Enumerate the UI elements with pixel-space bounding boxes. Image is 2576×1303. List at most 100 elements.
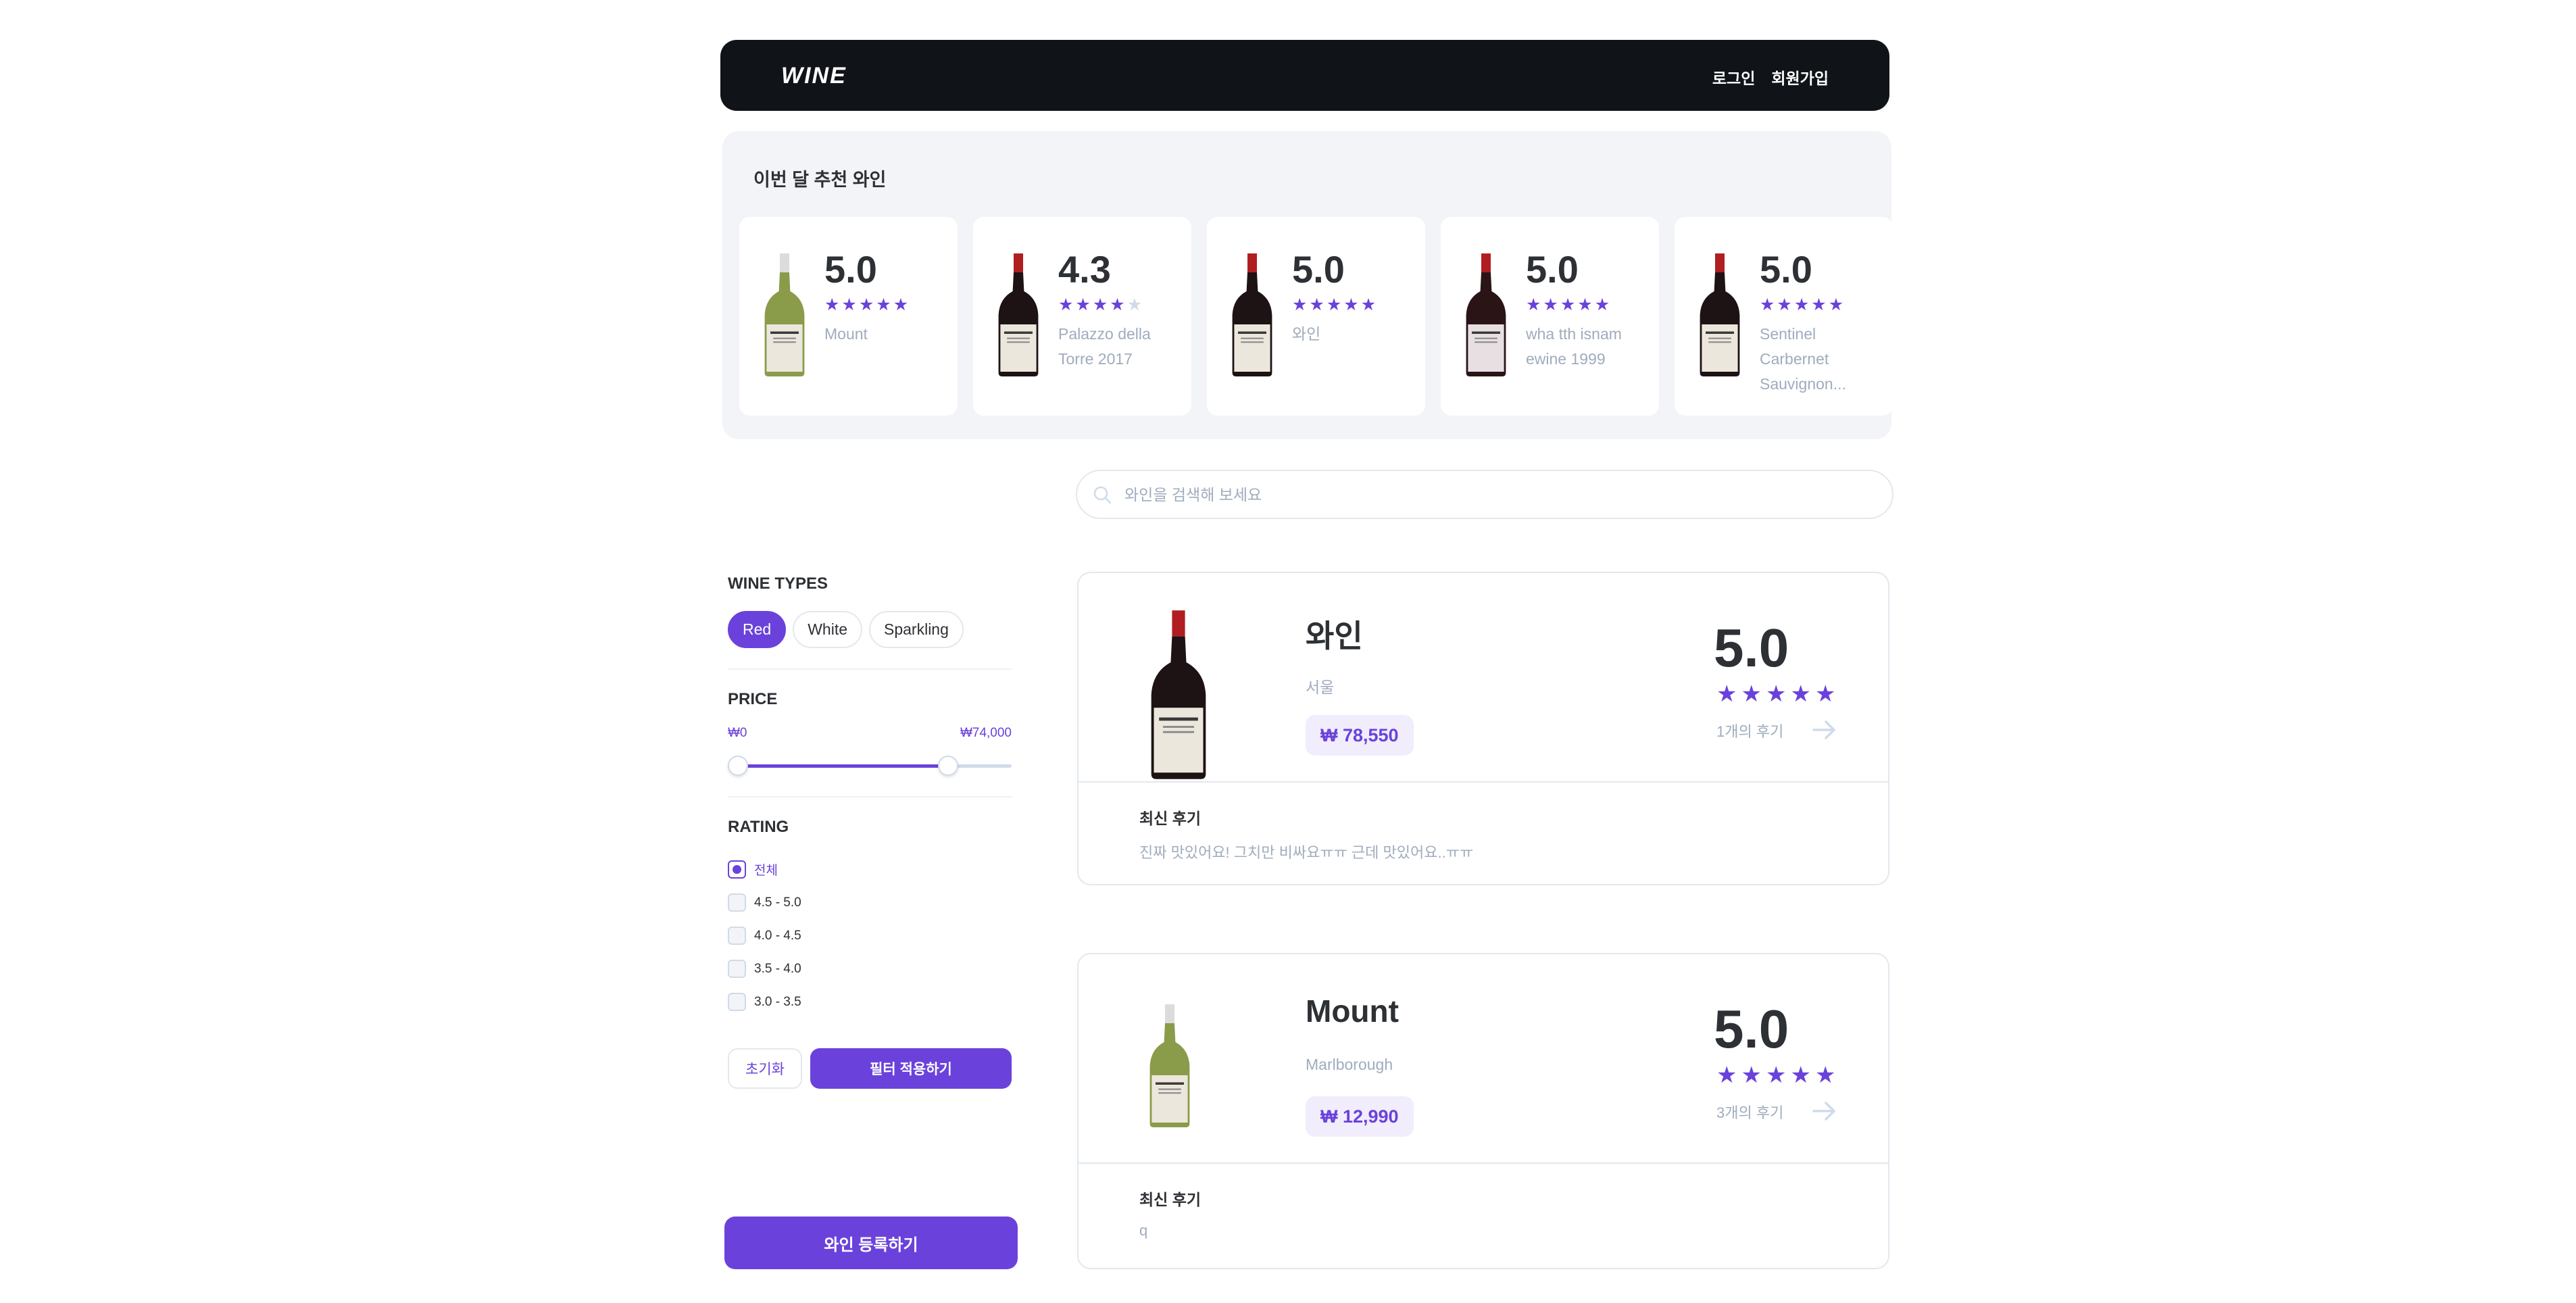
recommended-card[interactable]: 4.3 ★ ★ ★ ★ ★ Palazzo della Torre 2017: [973, 217, 1191, 416]
star-icon: ★: [1790, 1062, 1811, 1088]
rating-option-label: 3.0 - 3.5: [754, 994, 801, 1009]
apply-filter-button[interactable]: 필터 적용하기: [810, 1048, 1012, 1089]
latest-review-text: 진짜 맛있어요! 그치만 비싸요ㅠㅠ 근데 맛있어요..ㅠㅠ: [1139, 844, 1474, 861]
latest-review-text: q: [1139, 1222, 1148, 1239]
wine-bottle-image: [1229, 251, 1276, 383]
star-icon: ★: [824, 295, 840, 314]
star-icon: ★: [1741, 681, 1762, 707]
wine-card[interactable]: Mount Marlborough ₩ 12,990 5.0 ★ ★ ★ ★ ★ 3개의…: [1077, 953, 1889, 1269]
star-icon: ★: [1126, 295, 1143, 314]
star-icon: ★: [1343, 295, 1359, 314]
wine-bottle-image: [995, 251, 1042, 383]
wine-region: Marlborough: [1306, 1056, 1393, 1073]
price-title: PRICE: [728, 690, 778, 708]
wine-types-title: WINE TYPES: [728, 574, 828, 593]
slider-thumb-min[interactable]: [728, 756, 748, 776]
rating-title: RATING: [728, 818, 789, 836]
rating-option-4-0[interactable]: 4.0 - 4.5: [728, 919, 1012, 952]
star-icon: ★: [1793, 295, 1810, 314]
reset-button[interactable]: 초기화: [728, 1048, 802, 1089]
recommended-title: 이번 달 추천 와인: [753, 170, 887, 190]
type-chip-red[interactable]: Red: [728, 611, 787, 648]
rating-options: 전체 4.5 - 5.0 4.0 - 4.5 3.5 - 4.0 3.0 - 3…: [728, 853, 1012, 1018]
checkbox[interactable]: [728, 993, 746, 1011]
checkbox[interactable]: [728, 893, 746, 912]
star-icon: ★: [1828, 295, 1844, 314]
star-rating: ★ ★ ★ ★ ★: [1716, 683, 1835, 706]
star-icon: ★: [1741, 1062, 1762, 1088]
wine-bottle-image: [1146, 607, 1211, 786]
search-bar[interactable]: [1076, 470, 1893, 519]
slider-thumb-max[interactable]: [937, 756, 958, 776]
star-icon: ★: [1765, 681, 1787, 707]
wine-price-badge: ₩ 12,990: [1306, 1096, 1414, 1137]
register-wine-button[interactable]: 와인 등록하기: [724, 1216, 1018, 1269]
arrow-right-icon[interactable]: [1810, 1096, 1839, 1126]
rating-option-4-5[interactable]: 4.5 - 5.0: [728, 886, 1012, 919]
latest-review-title: 최신 후기: [1139, 1191, 1202, 1208]
recommended-wine-name: wha tth isnam ewine 1999: [1526, 325, 1622, 368]
wine-type-chips: Red White Sparkling: [728, 611, 1012, 648]
signup-link[interactable]: 회원가입: [1771, 66, 1829, 89]
review-count: 3개의 후기: [1716, 1104, 1784, 1121]
price-max-label: ₩74,000: [960, 726, 1012, 740]
search-icon: [1093, 486, 1112, 504]
wine-logo[interactable]: WINE: [781, 63, 847, 89]
wine-name: 와인: [1306, 618, 1363, 654]
rating-option-label: 4.0 - 4.5: [754, 928, 801, 943]
recommended-score: 5.0: [1760, 248, 1812, 291]
wine-price-badge: ₩ 78,550: [1306, 715, 1414, 756]
filter-buttons: 초기화 필터 적용하기: [728, 1048, 1012, 1089]
star-icon: ★: [893, 295, 909, 314]
auth-nav: 로그인 회원가입: [1712, 66, 1829, 89]
wine-bottle-image: [1462, 251, 1510, 383]
recommended-score: 4.3: [1058, 248, 1111, 291]
star-icon: ★: [1814, 1062, 1836, 1088]
arrow-right-icon[interactable]: [1810, 715, 1839, 745]
recommended-card[interactable]: 5.0 ★ ★ ★ ★ ★ 와인: [1207, 217, 1425, 416]
star-icon: ★: [1092, 295, 1108, 314]
recommended-card[interactable]: 5.0 ★ ★ ★ ★ ★ Mount: [739, 217, 958, 416]
star-icon: ★: [1543, 295, 1558, 314]
star-icon: ★: [1716, 681, 1737, 707]
search-input[interactable]: [1124, 479, 1868, 510]
type-chip-white[interactable]: White: [793, 611, 862, 648]
star-icon: ★: [1292, 295, 1308, 314]
rating-option-3-0[interactable]: 3.0 - 3.5: [728, 985, 1012, 1018]
star-rating: ★ ★ ★ ★ ★: [1526, 297, 1610, 314]
recommended-card[interactable]: 5.0 ★ ★ ★ ★ ★ wha tth isnam ewine 1999: [1441, 217, 1659, 416]
star-icon: ★: [1790, 681, 1811, 707]
recommended-wine-name: Mount: [824, 325, 868, 343]
wine-card-top: 와인 서울 ₩ 78,550 5.0 ★ ★ ★ ★ ★ 1개의 후기: [1079, 573, 1888, 783]
type-chip-sparkling[interactable]: Sparkling: [869, 611, 964, 648]
wine-card[interactable]: 와인 서울 ₩ 78,550 5.0 ★ ★ ★ ★ ★ 1개의 후기 최신 후기 진짜…: [1077, 572, 1889, 885]
price-slider[interactable]: [728, 756, 1012, 776]
recommended-list: 5.0 ★ ★ ★ ★ ★ Mount 4.3 ★ ★ ★ ★ ★ Palazzo della …: [739, 217, 1891, 416]
wine-score: 5.0: [1714, 999, 1789, 1059]
rating-option-label: 4.5 - 5.0: [754, 895, 801, 910]
wine-card-bottom: 최신 후기 진짜 맛있어요! 그치만 비싸요ㅠㅠ 근데 맛있어요..ㅠㅠ: [1079, 783, 1888, 884]
star-icon: ★: [1594, 295, 1610, 314]
star-rating: ★ ★ ★ ★ ★: [824, 297, 908, 314]
checkbox[interactable]: [728, 960, 746, 978]
divider: [728, 668, 1012, 670]
star-rating: ★ ★ ★ ★ ★: [1058, 297, 1142, 314]
login-link[interactable]: 로그인: [1712, 66, 1755, 89]
star-rating: ★ ★ ★ ★ ★: [1716, 1064, 1835, 1087]
star-icon: ★: [1760, 295, 1775, 314]
recommended-score: 5.0: [1526, 248, 1579, 291]
star-icon: ★: [1309, 295, 1324, 314]
star-rating: ★ ★ ★ ★ ★: [1292, 297, 1376, 314]
rating-option-all[interactable]: 전체: [728, 853, 1012, 886]
star-icon: ★: [1110, 295, 1125, 314]
recommended-wine-name: Sentinel Carbernet Sauvignon...: [1760, 325, 1846, 393]
recommended-card[interactable]: 5.0 ★ ★ ★ ★ ★ Sentinel Carbernet Sauvignon..…: [1675, 217, 1891, 416]
checkbox[interactable]: [728, 927, 746, 945]
radio-box[interactable]: [728, 860, 746, 879]
latest-review-title: 최신 후기: [1139, 810, 1202, 827]
rating-option-3-5[interactable]: 3.5 - 4.0: [728, 952, 1012, 985]
star-icon: ★: [1814, 681, 1836, 707]
recommended-section: 이번 달 추천 와인 5.0 ★ ★ ★ ★ ★ Mount 4.3 ★ ★ ★ ★ ★ Pal…: [722, 131, 1891, 439]
wine-score: 5.0: [1714, 618, 1789, 678]
star-icon: ★: [1716, 1062, 1737, 1088]
